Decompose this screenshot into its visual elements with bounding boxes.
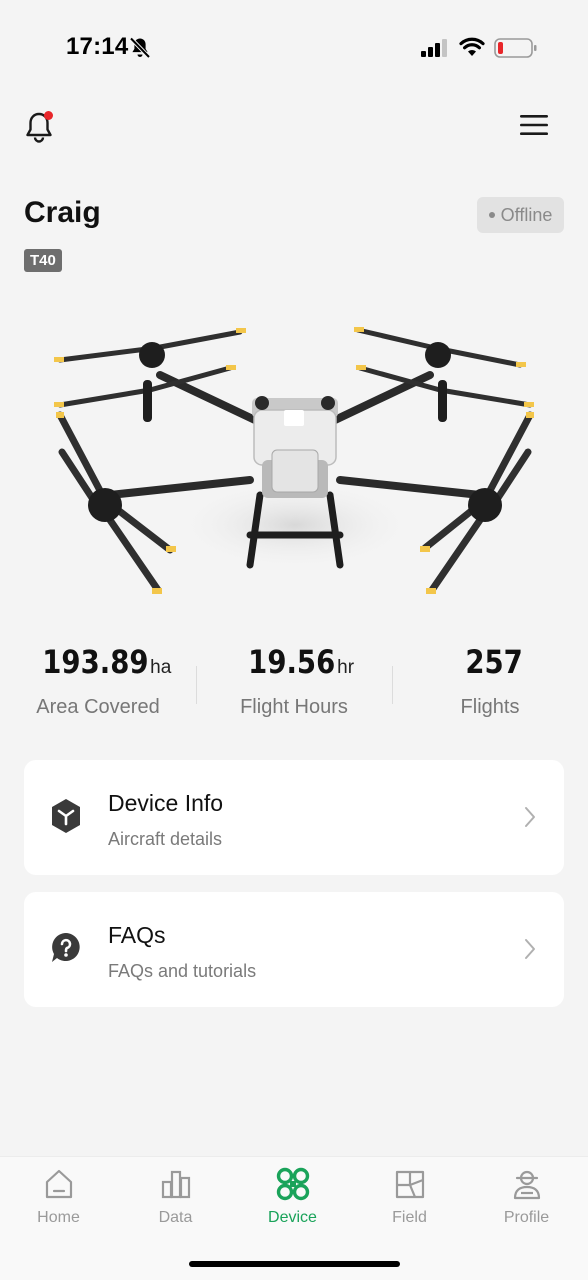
pilot-profile-icon [513, 1170, 540, 1200]
tab-label: Data [158, 1209, 193, 1226]
notifications-button[interactable] [22, 106, 60, 146]
stat-label: Flights [460, 696, 520, 718]
device-name: Craig [24, 196, 101, 229]
stat-label: Flight Hours [240, 696, 348, 718]
bell-slash-icon [129, 37, 151, 59]
drone-icon [276, 1167, 309, 1201]
stat-value: 193.89 [41, 643, 149, 681]
home-indicator[interactable] [189, 1261, 400, 1267]
card-title: FAQs [108, 922, 166, 948]
card-title: Device Info [108, 790, 224, 816]
stat-flight-hours: 19.56 hr Flight Hours [196, 640, 392, 719]
wifi-icon [459, 37, 485, 56]
bar-chart-icon [161, 1170, 190, 1199]
cellular-signal-icon [421, 39, 447, 57]
bell-icon [26, 111, 53, 143]
faqs-card[interactable]: FAQs FAQs and tutorials [24, 892, 564, 1007]
stats-row: 193.89 ha Area Covered 19.56 hr Flight Hou… [0, 640, 588, 730]
stat-value: 19.56 [248, 643, 336, 681]
status-text: Offline [500, 204, 553, 225]
card-subtitle: Aircraft details [108, 829, 223, 849]
battery-low-icon [494, 38, 537, 58]
stat-unit: ha [150, 657, 172, 678]
home-icon [45, 1169, 72, 1199]
tab-profile[interactable]: Profile [468, 1167, 585, 1227]
status-bar: 17:14 [0, 0, 588, 96]
status-time: 17:14 [66, 33, 129, 60]
tab-label: Device [268, 1209, 317, 1226]
status-dot [488, 212, 495, 218]
field-map-icon [395, 1170, 424, 1199]
hamburger-menu-icon [520, 115, 548, 135]
tab-device[interactable]: Device [234, 1167, 351, 1227]
cube-icon [52, 799, 80, 833]
stat-area-covered: 193.89 ha Area Covered [0, 640, 196, 719]
tab-label: Field [392, 1209, 427, 1226]
menu-button[interactable] [516, 110, 552, 140]
tab-home[interactable]: Home [0, 1167, 117, 1227]
chevron-right-icon [525, 807, 535, 827]
status-badge: Offline [477, 197, 564, 233]
unread-dot [44, 111, 53, 120]
stat-value: 257 [464, 643, 523, 681]
stat-unit: hr [337, 657, 355, 678]
card-subtitle: FAQs and tutorials [108, 961, 257, 981]
tab-data[interactable]: Data [117, 1167, 234, 1227]
device-info-card[interactable]: Device Info Aircraft details [24, 760, 564, 875]
stat-flights: 257 Flights [392, 640, 588, 719]
tab-label: Profile [503, 1209, 550, 1226]
model-badge: T40 [24, 249, 62, 272]
stat-label: Area Covered [36, 696, 160, 718]
tab-label: Home [37, 1209, 80, 1226]
tab-field[interactable]: Field [351, 1167, 468, 1227]
chevron-right-icon [525, 939, 535, 959]
agricultural-drone-image [54, 327, 534, 594]
help-bubble-icon [52, 933, 80, 962]
